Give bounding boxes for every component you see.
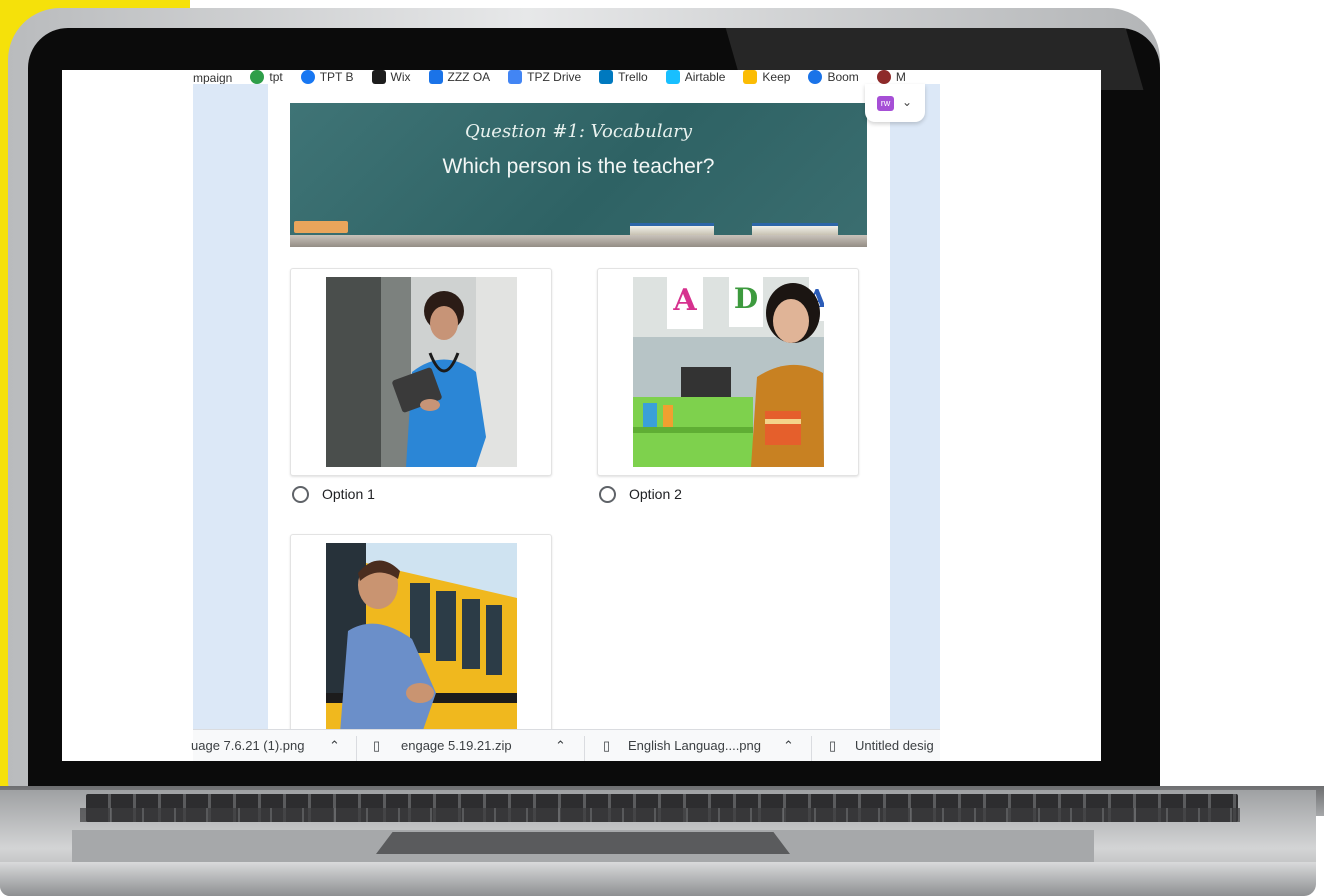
bookmark-label: tpt	[269, 70, 283, 84]
download-item-3[interactable]: English Languag....png	[628, 738, 761, 753]
extension-button[interactable]: rw ⌄	[865, 84, 925, 122]
bookmark-label: mpaign	[193, 71, 233, 84]
bookmark-label: ZZZ OA	[447, 70, 491, 84]
bookmark-boom[interactable]: Boom	[808, 70, 859, 84]
bus-driver-photo	[326, 543, 517, 733]
bookmark-label: TPZ Drive	[527, 70, 582, 84]
facebook-icon	[300, 70, 315, 84]
laptop-screen: mpaign tpt TPT B Wix ZZZ OA TPZ Drive Tr…	[62, 70, 1101, 761]
svg-text:A: A	[672, 283, 697, 318]
chalk-shape	[752, 223, 838, 235]
bookmarks-bar: mpaign tpt TPT B Wix ZZZ OA TPZ Drive Tr…	[193, 70, 940, 84]
divider	[811, 736, 812, 761]
option-3-image-card[interactable]	[290, 534, 552, 756]
boom-icon	[808, 70, 823, 84]
bookmark-m[interactable]: M	[876, 70, 906, 84]
option-1-label[interactable]: Option 1	[322, 486, 375, 502]
calendar-icon	[428, 70, 443, 84]
bookmark-label: Trello	[618, 70, 648, 84]
airtable-icon	[665, 70, 680, 84]
download-item-4[interactable]: Untitled desig	[855, 738, 934, 753]
bookmark-zzz[interactable]: ZZZ OA	[428, 70, 491, 84]
option-2-label[interactable]: Option 2	[629, 486, 682, 502]
form-card: Question #1: Vocabulary Which person is …	[268, 84, 890, 756]
bookmark-keep[interactable]: Keep	[743, 70, 790, 84]
file-icon: ▯	[829, 738, 837, 753]
chevron-up-icon[interactable]: ⌃	[329, 738, 340, 754]
puzzle-icon: rw	[877, 96, 894, 111]
eraser-shape	[294, 221, 348, 233]
option-1-image-card[interactable]	[290, 268, 552, 476]
wix-icon	[371, 70, 386, 84]
svg-text:D: D	[734, 282, 758, 315]
teacher-photo: A D A	[633, 277, 824, 467]
laptop-keyboard-row	[80, 808, 1240, 822]
divider	[356, 736, 357, 761]
laptop-trackpad	[376, 832, 790, 854]
bookmark-wix[interactable]: Wix	[371, 70, 411, 84]
bookmark-tpt[interactable]: tpt	[250, 70, 283, 84]
chevron-up-icon[interactable]: ⌃	[783, 738, 794, 754]
option-2-image-card[interactable]: A D A	[597, 268, 859, 476]
bookmark-campaign[interactable]: mpaign	[193, 72, 232, 84]
option-1-radio[interactable]	[292, 486, 309, 503]
bookmark-label: TPT B	[319, 70, 354, 84]
trello-icon	[599, 70, 614, 84]
image-file-icon: ▯	[603, 738, 611, 753]
browser-window: mpaign tpt TPT B Wix ZZZ OA TPZ Drive Tr…	[193, 70, 940, 761]
nurse-photo	[326, 277, 517, 467]
bookmark-tpt-b[interactable]: TPT B	[300, 70, 354, 84]
chevron-down-icon: ⌄	[902, 95, 913, 109]
bookmark-airtable[interactable]: Airtable	[665, 70, 726, 84]
downloads-bar: uage 7.6.21 (1).png ⌃ ▯ engage 5.19.21.z…	[191, 729, 940, 761]
drive-icon	[508, 70, 523, 84]
bookmark-label: Boom	[827, 70, 859, 84]
keep-icon	[743, 70, 758, 84]
chalk-shape	[630, 223, 714, 235]
question-label: Question #1: Vocabulary	[464, 121, 693, 142]
bookmark-drive[interactable]: TPZ Drive	[508, 70, 581, 84]
chevron-up-icon[interactable]: ⌃	[555, 738, 566, 754]
file-icon: ▯	[373, 738, 381, 753]
question-header-image: Question #1: Vocabulary Which person is …	[290, 103, 867, 247]
chalk-ledge	[290, 235, 867, 247]
bookmark-label: Keep	[762, 70, 791, 84]
download-item-1[interactable]: uage 7.6.21 (1).png	[191, 738, 304, 753]
download-item-2[interactable]: engage 5.19.21.zip	[401, 738, 512, 753]
divider	[584, 736, 585, 761]
laptop-front-edge	[0, 862, 1316, 896]
bookmark-trello[interactable]: Trello	[599, 70, 648, 84]
bookmark-label: M	[895, 70, 906, 84]
question-text: Which person is the teacher?	[442, 155, 715, 178]
avatar-icon	[876, 70, 891, 84]
bookmark-label: Airtable	[684, 70, 726, 84]
option-2-radio[interactable]	[599, 486, 616, 503]
bookmark-label: Wix	[390, 70, 411, 84]
tpt-icon	[250, 70, 265, 84]
